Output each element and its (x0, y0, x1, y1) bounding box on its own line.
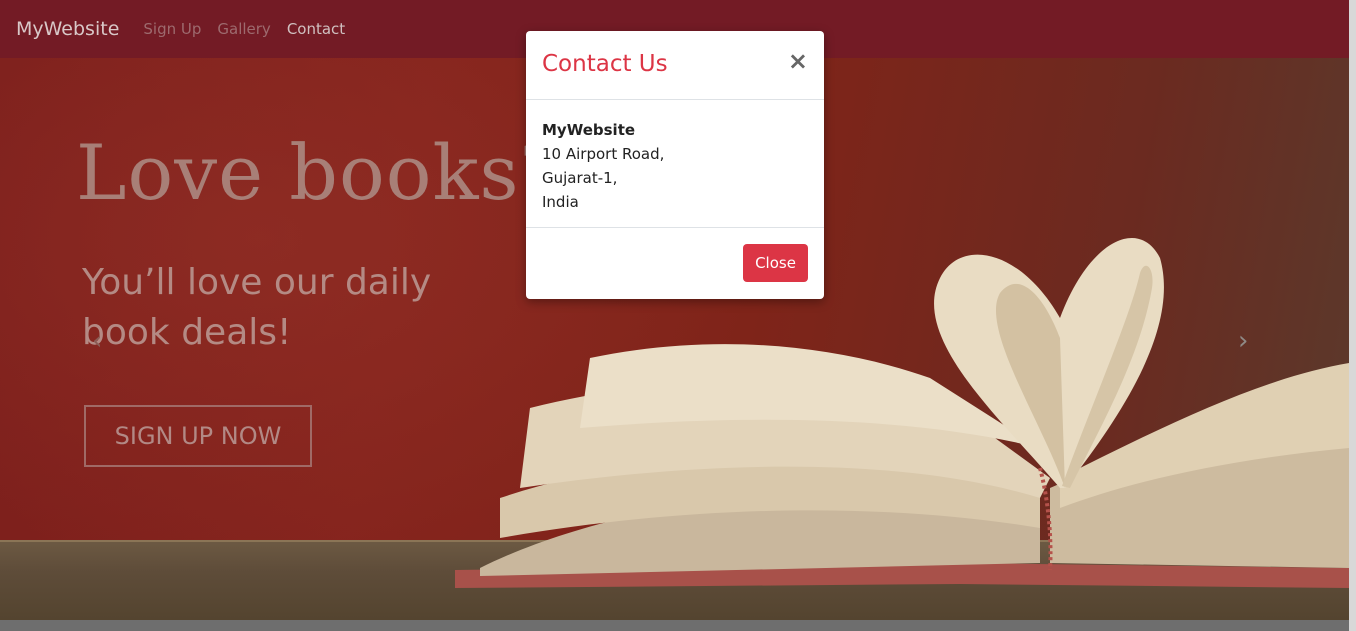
modal-body: MyWebsite 10 Airport Road, Gujarat-1, In… (526, 100, 824, 228)
contact-modal: Contact Us × MyWebsite 10 Airport Road, … (526, 31, 824, 299)
company-name: MyWebsite (542, 121, 636, 139)
modal-title: Contact Us (542, 51, 668, 77)
page-bottom-strip (0, 620, 1349, 631)
address-line-1: 10 Airport Road, (542, 145, 665, 163)
scrollbar-track[interactable] (1349, 0, 1356, 631)
close-button[interactable]: Close (743, 244, 808, 282)
modal-footer: Close (526, 228, 824, 298)
modal-header: Contact Us × (526, 31, 824, 100)
address-line-3: India (542, 193, 579, 211)
address-line-2: Gujarat-1, (542, 169, 618, 187)
close-icon[interactable]: × (788, 47, 808, 75)
page: MyWebsite Sign Up Gallery Contact Love b… (0, 0, 1356, 631)
